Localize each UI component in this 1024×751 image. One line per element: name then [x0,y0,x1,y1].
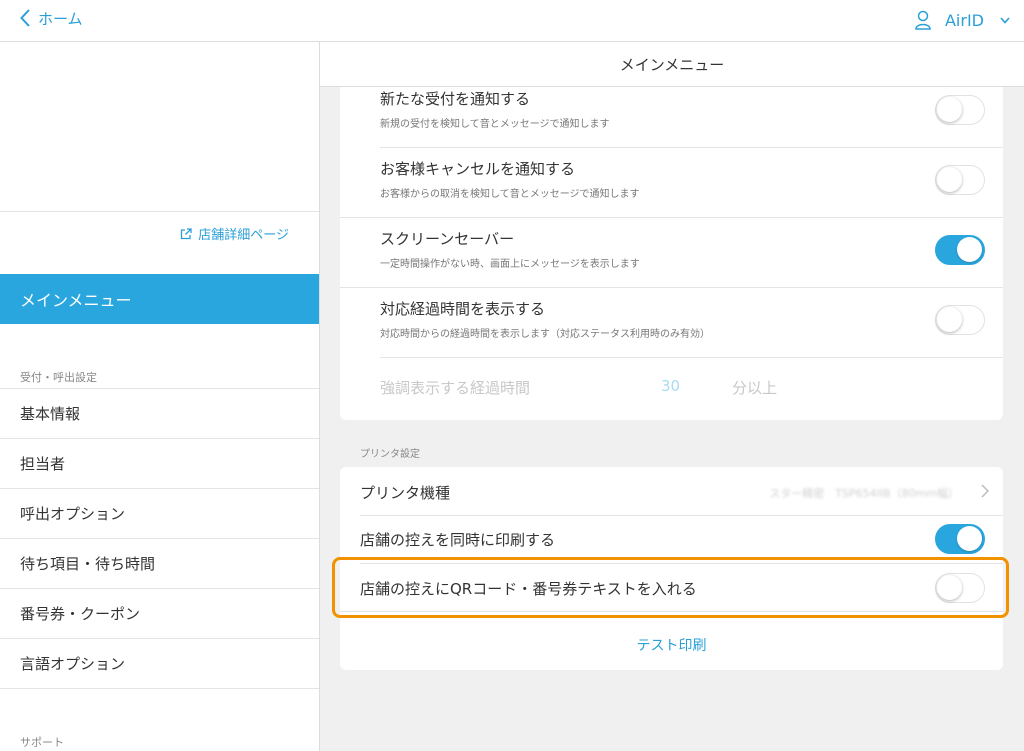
toggle-knob [957,237,982,262]
sidebar-item-tickets-coupons[interactable]: 番号券・クーポン [0,589,319,639]
sidebar-nav-list: 基本情報 担当者 呼出オプション 待ち項目・待ち時間 番号券・クーポン 言語オプ… [0,388,319,689]
section-label-reception: 受付・呼出設定 [20,371,97,384]
section-label-printer: プリンタ設定 [360,449,420,460]
setting-subtitle: 対応時間からの経過時間を表示します（対応ステータス利用時のみ有効） [380,329,710,340]
setting-row-notify-new: 新たな受付を通知する 新規の受付を検知して音とメッセージで通知します [340,87,1003,147]
settings-content: 新たな受付を通知する 新規の受付を検知して音とメッセージで通知します お客様キャ… [320,87,1024,751]
sidebar: 店舗詳細ページ メインメニュー 受付・呼出設定 基本情報 担当者 呼出オプション… [0,42,320,751]
toggle-knob [937,167,962,192]
page-title: メインメニュー [320,42,1024,87]
qr-copy-toggle[interactable] [935,573,985,603]
printer-model-value: スター精密 TSP654IIB（80mm幅） [769,487,959,500]
highlight-elapsed-unit: 分以上 [732,379,778,397]
setting-row-screensaver: スクリーンセーバー 一定時間操作がない時、画面上にメッセージを表示します [340,217,1003,287]
sidebar-item-language-options[interactable]: 言語オプション [0,639,319,689]
user-icon [915,10,931,30]
toggle-knob [937,97,962,122]
screensaver-toggle[interactable] [935,235,985,265]
sidebar-item-wait-items[interactable]: 待ち項目・待ち時間 [0,539,319,589]
test-print-button[interactable]: テスト印刷 [340,635,1003,655]
setting-title: 新たな受付を通知する [380,90,531,108]
toggle-knob [937,307,962,332]
back-label: ホーム [38,9,83,28]
setting-title: スクリーンセーバー [380,230,515,248]
printer-model-row[interactable]: プリンタ機種 スター精密 TSP654IIB（80mm幅） [340,467,1003,515]
setting-title: お客様キャンセルを通知する [380,160,576,178]
highlight-elapsed-label: 強調表示する経過時間 [380,379,531,397]
toggle-knob [957,526,982,551]
setting-title: 対応経過時間を表示する [380,300,546,318]
sidebar-item-main-menu[interactable]: メインメニュー [0,274,319,324]
qr-copy-row: 店舗の控えにQRコード・番号券テキストを入れる [340,563,1003,611]
store-info-area [0,42,319,212]
chevron-right-icon [981,484,989,498]
divider [340,611,1003,612]
printer-settings-card: プリンタ機種 スター精密 TSP654IIB（80mm幅） 店舗の控えを同時に印… [340,467,1003,670]
print-copy-row: 店舗の控えを同時に印刷する [340,515,1003,563]
external-link-icon [181,227,192,239]
notification-settings-card: 新たな受付を通知する 新規の受付を検知して音とメッセージで通知します お客様キャ… [340,87,1003,420]
chevron-down-icon [1000,16,1010,24]
toggle-knob [937,575,962,600]
qr-copy-label: 店舗の控えにQRコード・番号券テキストを入れる [360,580,697,598]
setting-subtitle: 一定時間操作がない時、画面上にメッセージを表示します [380,259,640,270]
account-label: AirID [944,10,984,30]
sidebar-item-call-options[interactable]: 呼出オプション [0,489,319,539]
setting-row-highlight-elapsed: 強調表示する経過時間 30 分以上 [340,357,1003,420]
sidebar-item-staff[interactable]: 担当者 [0,439,319,489]
elapsed-time-toggle[interactable] [935,305,985,335]
notify-new-toggle[interactable] [935,95,985,125]
setting-subtitle: 新規の受付を検知して音とメッセージで通知します [380,119,610,130]
print-copy-label: 店舗の控えを同時に印刷する [360,531,556,549]
print-copy-toggle[interactable] [935,524,985,554]
sidebar-item-basic-info[interactable]: 基本情報 [0,389,319,439]
section-label-support: サポート [20,736,64,749]
store-detail-label: 店舗詳細ページ [198,228,289,243]
setting-row-elapsed-time: 対応経過時間を表示する 対応時間からの経過時間を表示します（対応ステータス利用時… [340,287,1003,357]
store-detail-link[interactable]: 店舗詳細ページ [180,224,289,243]
notify-cancel-toggle[interactable] [935,165,985,195]
setting-subtitle: お客様からの取消を検知して音とメッセージで通知します [380,189,640,200]
setting-row-notify-cancel: お客様キャンセルを通知する お客様からの取消を検知して音とメッセージで通知します [340,147,1003,217]
highlight-elapsed-value[interactable]: 30 [661,377,680,395]
account-menu[interactable]: AirID [915,8,1010,32]
top-bar: ホーム AirID [0,0,1024,42]
chevron-left-icon [20,9,30,27]
printer-model-label: プリンタ機種 [360,484,451,502]
back-button[interactable]: ホーム [20,6,83,30]
